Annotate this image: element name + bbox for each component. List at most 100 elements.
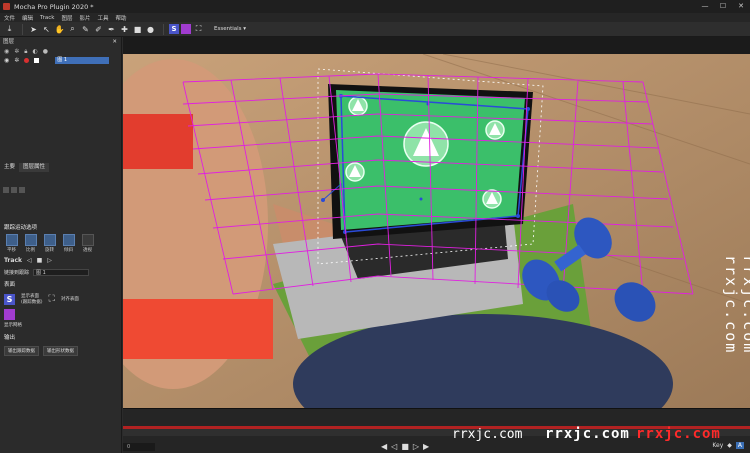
zoom-icon[interactable]: ⌕ bbox=[67, 24, 78, 35]
scale-icon bbox=[24, 234, 37, 246]
layer-column-icons: ◉ ✲ 🔒︎ ◐ ● bbox=[0, 47, 121, 56]
toolbar-divider bbox=[22, 23, 23, 35]
layer-row[interactable]: ◉ ✲ 图 1 bbox=[0, 56, 121, 65]
play-backward-icon[interactable]: ◁ bbox=[391, 442, 397, 451]
duplicate-layer-icon[interactable] bbox=[11, 187, 17, 193]
show-grid-button[interactable] bbox=[4, 309, 15, 320]
menu-edit[interactable]: 编辑 bbox=[22, 14, 33, 22]
perspective-icon bbox=[81, 234, 94, 246]
surface-section-title: 表面 bbox=[4, 282, 16, 288]
play-forward-icon[interactable]: ▷ bbox=[413, 442, 419, 451]
shear-icon bbox=[62, 234, 75, 246]
viewer[interactable] bbox=[123, 37, 750, 408]
left-panel: 图层 ✕ ◉ ✲ 🔒︎ ◐ ● ◉ ✲ 图 1 主要 图层属性 跟踪运动选项 平… bbox=[0, 37, 122, 453]
frame-number[interactable]: 0 bbox=[123, 443, 155, 451]
tracking-section-title: 跟踪运动选项 bbox=[4, 225, 38, 231]
menu-layer[interactable]: 图层 bbox=[61, 14, 72, 22]
grid-row bbox=[0, 307, 122, 322]
layer-color-swatch[interactable] bbox=[34, 58, 40, 63]
menu-file[interactable]: 文件 bbox=[4, 14, 15, 22]
motion-perspective[interactable]: 透视 bbox=[80, 234, 95, 253]
prev-frame-icon[interactable]: ◀ bbox=[381, 442, 387, 451]
show-surface-label: 显示表面 (跟踪数据) bbox=[21, 294, 43, 305]
layer-name[interactable]: 图 1 bbox=[55, 57, 110, 64]
save-icon[interactable]: ⤓ bbox=[4, 24, 15, 35]
watermark-vertical: rrxjc.com rrxjc.com bbox=[722, 255, 750, 355]
clip-frame[interactable] bbox=[123, 54, 750, 408]
layers-panel-title: 图层 bbox=[3, 39, 15, 45]
output-buttons: 输出跟踪数据 输出形状数据 bbox=[0, 344, 122, 358]
output-section-title: 输出 bbox=[4, 335, 16, 341]
tab-layer-properties[interactable]: 图层属性 bbox=[19, 163, 50, 172]
show-surface-button[interactable]: S bbox=[4, 293, 15, 305]
sports-bra bbox=[123, 114, 193, 169]
playback-controls: ◀ ◁ ■ ▷ ▶ bbox=[381, 442, 429, 451]
circle-icon[interactable]: ● bbox=[145, 24, 156, 35]
next-frame-icon[interactable]: ▶ bbox=[423, 442, 429, 451]
close-panel-icon[interactable]: ✕ bbox=[112, 37, 117, 47]
menu-help[interactable]: 帮助 bbox=[115, 14, 126, 22]
grid-label-row: 显示网格 bbox=[0, 322, 122, 330]
watermark-text: rrxjc.com bbox=[636, 426, 721, 442]
xspline-icon[interactable]: ✐ bbox=[93, 24, 104, 35]
close-button[interactable]: ✕ bbox=[732, 0, 750, 13]
track-backward-icon[interactable]: ◁ bbox=[27, 257, 32, 264]
export-shape-button[interactable]: 输出形状数据 bbox=[43, 346, 78, 356]
stop-icon[interactable]: ■ bbox=[37, 257, 43, 264]
bezier-icon[interactable]: ✒ bbox=[106, 24, 117, 35]
motion-shear[interactable]: 倾斜 bbox=[61, 234, 76, 253]
minimize-button[interactable]: — bbox=[696, 0, 714, 13]
params-tabs: 主要 图层属性 bbox=[0, 163, 122, 172]
window-controls: — ☐ ✕ bbox=[696, 0, 750, 13]
translate-icon bbox=[5, 234, 18, 246]
select-points-icon[interactable]: ↖ bbox=[41, 24, 52, 35]
record-icon[interactable] bbox=[24, 58, 30, 63]
add-layer-icon[interactable] bbox=[3, 187, 9, 193]
params-panel: 跟踪运动选项 平移 比例 旋转 倾斜 透视 Track ◁ ■ ▷ 链接到跟踪 … bbox=[0, 220, 122, 358]
tab-main[interactable]: 主要 bbox=[0, 163, 19, 172]
export-tracking-button[interactable]: 输出跟踪数据 bbox=[4, 346, 39, 356]
grid-toggle-button[interactable] bbox=[181, 24, 191, 34]
motion-translate[interactable]: 平移 bbox=[4, 234, 19, 253]
stop-playback-icon[interactable]: ■ bbox=[401, 442, 409, 451]
gear-icon: ✲ bbox=[14, 48, 20, 55]
rect-icon[interactable]: ■ bbox=[132, 24, 143, 35]
rotate-icon bbox=[43, 234, 56, 246]
surface-toggle-button[interactable]: S bbox=[169, 24, 179, 34]
link-label: 链接到跟踪 bbox=[4, 270, 30, 276]
spline-icon[interactable]: ✎ bbox=[80, 24, 91, 35]
align-surface-icon[interactable]: ⛶ bbox=[193, 24, 204, 35]
maximize-button[interactable]: ☐ bbox=[714, 0, 732, 13]
eye-icon[interactable]: ◉ bbox=[4, 57, 9, 64]
workspace-dropdown[interactable]: Essentials ▾ bbox=[214, 26, 246, 32]
motion-options: 平移 比例 旋转 倾斜 透视 bbox=[0, 234, 122, 253]
matte-icon: ● bbox=[42, 48, 48, 55]
watermark-text: rrxjc.com bbox=[545, 426, 630, 442]
track-forward-icon[interactable]: ▷ bbox=[47, 257, 52, 264]
lock-icon: 🔒︎ bbox=[24, 47, 28, 55]
motion-scale[interactable]: 比例 bbox=[23, 234, 38, 253]
add-point-icon[interactable]: ✚ bbox=[119, 24, 130, 35]
motion-rotate[interactable]: 旋转 bbox=[42, 234, 57, 253]
link-to-track-select[interactable]: 图 1 bbox=[33, 269, 90, 276]
red-top bbox=[123, 299, 273, 359]
menu-track[interactable]: Track bbox=[40, 15, 54, 21]
delete-layer-icon[interactable] bbox=[19, 187, 25, 193]
track-label: Track bbox=[4, 257, 22, 264]
hand-icon[interactable]: ✋ bbox=[54, 24, 65, 35]
eye-icon: ◉ bbox=[4, 48, 10, 55]
gear-icon[interactable]: ✲ bbox=[14, 57, 19, 64]
window-title: Mocha Pro Plugin 2020 * bbox=[14, 2, 94, 11]
menu-tools[interactable]: 工具 bbox=[97, 14, 108, 22]
link-to-track-row: 链接到跟踪 图 1 bbox=[4, 269, 118, 276]
menu-bar: 文件 编辑 Track 图层 影片 工具 帮助 bbox=[0, 13, 750, 22]
surface-row: S 显示表面 (跟踪数据) ⛶ 对齐表面 bbox=[0, 291, 122, 307]
show-grid-label: 显示网格 bbox=[4, 323, 22, 328]
align-surface-label: 对齐表面 bbox=[60, 297, 79, 302]
layers-panel-header: 图层 ✕ bbox=[0, 37, 121, 47]
select-arrow-icon[interactable]: ➤ bbox=[28, 24, 39, 35]
track-controls: Track ◁ ■ ▷ bbox=[0, 253, 122, 268]
menu-clip[interactable]: 影片 bbox=[79, 14, 90, 22]
align-surface-icon[interactable]: ⛶ bbox=[49, 294, 55, 304]
toolbar: ⤓ ➤ ↖ ✋ ⌕ ✎ ✐ ✒ ✚ ■ ● S ⛶ Essentials ▾ bbox=[0, 22, 750, 37]
